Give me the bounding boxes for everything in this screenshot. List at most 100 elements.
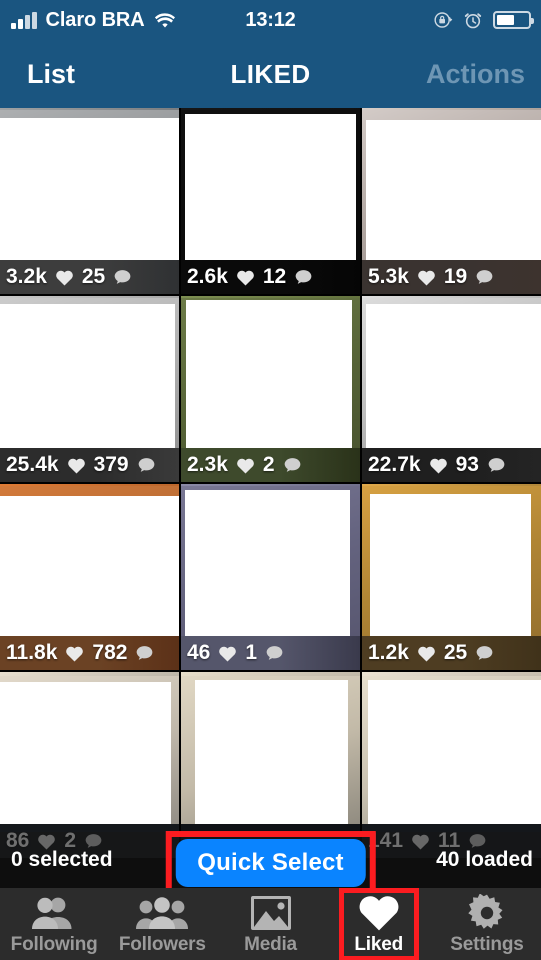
thumbnail-highlight — [186, 300, 352, 448]
tab-liked[interactable]: Liked — [325, 888, 433, 960]
like-count: 3.2k — [6, 265, 47, 288]
bottom-tab-bar[interactable]: Following Followers Media Liked Settings — [0, 888, 541, 960]
tab-label: Followers — [118, 933, 206, 955]
tab-settings[interactable]: Settings — [433, 888, 541, 960]
selection-action-bar: 0 selected Quick Select 40 loaded — [0, 831, 541, 895]
thumbnail-caption: 22.7k 93 — [362, 448, 541, 482]
thumbnail-caption: 1.2k 25 — [362, 636, 541, 670]
tab-label: Following — [10, 933, 98, 955]
status-bar-right — [433, 10, 534, 30]
comment-icon — [266, 645, 283, 660]
grid-cell[interactable]: 1.2k 25 — [362, 484, 541, 670]
thumbnail-caption: 2.6k 12 — [181, 260, 360, 294]
tab-followers[interactable]: Followers — [108, 888, 216, 960]
grid-row: 3.2k 25 2.6k 12 5.3k 19 — [0, 108, 541, 294]
thumbnail-highlight — [195, 680, 348, 832]
quick-select-highlight: Quick Select — [165, 831, 376, 895]
like-count: 1.2k — [368, 641, 409, 664]
like-count: 22.7k — [368, 453, 421, 476]
two-people-icon — [32, 893, 76, 933]
tab-label: Settings — [450, 933, 524, 955]
grid-cell[interactable]: 141 11 — [362, 672, 541, 858]
heart-icon — [66, 646, 84, 662]
heart-icon — [56, 270, 73, 286]
gear-icon — [468, 893, 503, 929]
heart-icon — [359, 895, 399, 930]
gear-icon — [468, 893, 506, 933]
actions-button[interactable]: Actions — [426, 59, 525, 90]
like-count: 2.6k — [187, 265, 228, 288]
like-count: 46 — [187, 641, 211, 664]
grid-cell[interactable]: 11.8k 782 — [0, 484, 179, 670]
like-count: 25.4k — [6, 453, 59, 476]
thumbnail-highlight — [366, 304, 541, 448]
thumbnail-highlight — [0, 496, 179, 638]
like-count: 11.8k — [6, 641, 58, 664]
comment-icon — [138, 457, 154, 472]
like-count: 2.3k — [187, 453, 228, 476]
comment-count: 12 — [262, 265, 287, 288]
three-people-icon — [136, 893, 189, 933]
comment-count: 2 — [262, 453, 275, 476]
grid-cell[interactable]: 2.6k 12 — [181, 108, 360, 294]
comment-icon — [476, 269, 493, 284]
heart-icon — [358, 893, 400, 933]
comment-icon — [137, 645, 153, 660]
thumbnail-caption: 25.4k 379 — [0, 448, 179, 482]
like-count: 5.3k — [368, 265, 409, 288]
battery-icon — [493, 11, 534, 29]
heart-icon — [418, 646, 435, 662]
tab-label: Liked — [354, 933, 404, 955]
tab-media[interactable]: Media — [216, 888, 324, 960]
grid-cell[interactable]: 2.3k 2 — [181, 296, 360, 482]
thumbnail-highlight — [368, 680, 541, 824]
comment-icon — [114, 269, 131, 284]
photo-icon — [250, 895, 291, 930]
heart-icon — [237, 270, 254, 286]
comment-count: 379 — [93, 453, 129, 476]
app-screen: Claro BRA 13:12 List LIKED Actions 3.2k … — [0, 0, 541, 960]
thumbnail-caption: 3.2k 25 — [0, 260, 179, 294]
grid-cell[interactable]: 5.3k 19 — [362, 108, 541, 294]
heart-icon — [237, 458, 254, 474]
heart-icon — [67, 458, 85, 474]
grid-row: 25.4k 379 2.3k 2 22.7k 93 — [0, 296, 541, 482]
thumbnail-highlight — [370, 494, 531, 638]
grid-cell[interactable]: 86 2 — [0, 672, 179, 858]
photo-icon — [250, 893, 291, 933]
thumbnail-caption: 46 1 — [181, 636, 360, 670]
thumbnail-caption: 11.8k 782 — [0, 636, 179, 670]
heart-icon — [429, 458, 447, 474]
thumbnail-highlight — [0, 682, 171, 824]
heart-icon — [418, 270, 435, 286]
comment-icon — [488, 457, 505, 472]
selected-count-label: 0 selected — [11, 848, 113, 871]
two-people-icon — [32, 897, 72, 929]
thumbnail-highlight — [366, 120, 541, 262]
thumbnail-caption: 5.3k 19 — [362, 260, 541, 294]
grid-cell[interactable]: 25.4k 379 — [0, 296, 179, 482]
grid-row: 11.8k 782 46 1 1.2k 25 — [0, 484, 541, 670]
comment-count: 1 — [245, 641, 258, 664]
alarm-clock-icon — [464, 13, 482, 29]
rotation-lock-icon — [434, 12, 453, 28]
thumbnail-highlight — [185, 490, 350, 636]
thumbnail-highlight — [0, 118, 179, 260]
grid-cell[interactable]: 22.7k 93 — [362, 296, 541, 482]
three-people-icon — [136, 896, 189, 929]
quick-select-button[interactable]: Quick Select — [175, 839, 366, 887]
grid-cell[interactable]: 46 1 — [181, 484, 360, 670]
heart-icon — [219, 646, 237, 662]
thumbnail-caption: 2.3k 2 — [181, 448, 360, 482]
comment-count: 25 — [443, 641, 468, 664]
grid-cell[interactable]: 3.2k 25 — [0, 108, 179, 294]
comment-icon — [476, 645, 493, 660]
thumbnail-highlight — [185, 114, 356, 260]
tab-following[interactable]: Following — [0, 888, 108, 960]
comment-count: 25 — [81, 265, 106, 288]
comment-count: 93 — [455, 453, 479, 476]
thumbnail-highlight — [0, 304, 175, 448]
loaded-count-label: 40 loaded — [436, 848, 533, 871]
comment-icon — [295, 269, 312, 284]
tab-label: Media — [244, 933, 297, 955]
